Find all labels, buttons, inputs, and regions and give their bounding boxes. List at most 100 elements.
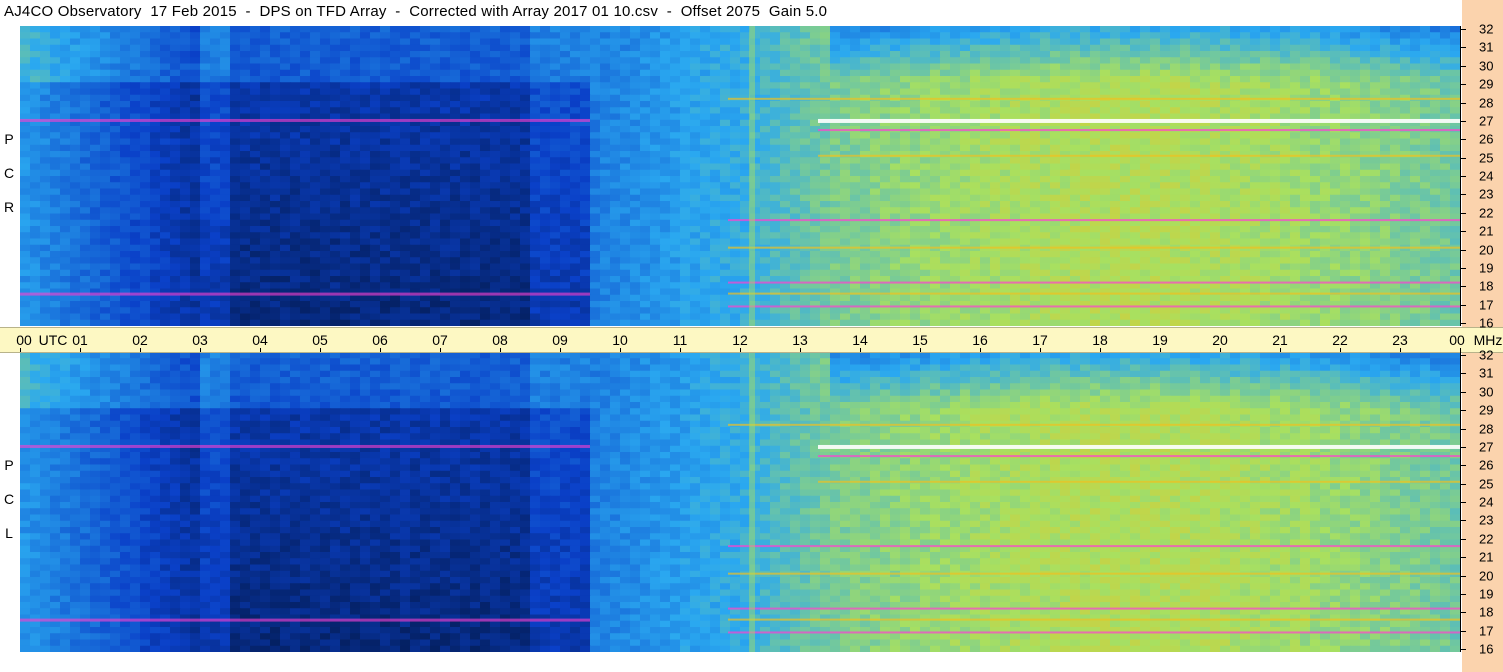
rcp-heatmap-cell bbox=[850, 182, 861, 190]
rcp-heatmap-cell bbox=[970, 32, 981, 40]
rcp-heatmap-cell bbox=[50, 169, 61, 177]
rcp-heatmap-cell bbox=[180, 126, 191, 133]
rcp-heatmap-cell bbox=[240, 94, 251, 102]
rcp-heatmap-cell bbox=[990, 82, 1001, 90]
rcp-heatmap-cell bbox=[760, 107, 771, 115]
rcp-heatmap-cell bbox=[1280, 194, 1291, 202]
rcp-heatmap-cell bbox=[440, 82, 451, 90]
rcp-heatmap-cell bbox=[1070, 76, 1081, 83]
rcp-heatmap-cell bbox=[590, 32, 601, 40]
rcp-heatmap-cell bbox=[900, 82, 911, 90]
rcp-heatmap-cell bbox=[930, 76, 941, 83]
rcp-heatmap-cell bbox=[90, 26, 101, 33]
rcp-heatmap-cell bbox=[760, 151, 771, 158]
rcp-heatmap-cell bbox=[370, 69, 381, 77]
rcp-heatmap-cell bbox=[110, 238, 121, 246]
rcp-heatmap-cell bbox=[270, 57, 281, 65]
rcp-heatmap-cell bbox=[510, 213, 521, 221]
rcp-heatmap-cell bbox=[830, 57, 841, 65]
rcp-heatmap-cell bbox=[1140, 32, 1151, 40]
rcp-heatmap-cell bbox=[1150, 207, 1161, 215]
rcp-heatmap-cell bbox=[880, 76, 891, 83]
rcp-heatmap-cell bbox=[220, 82, 231, 90]
rcp-heatmap-cell bbox=[1020, 138, 1031, 146]
rcp-heatmap-cell bbox=[570, 44, 581, 52]
rcp-heatmap-cell bbox=[610, 113, 621, 121]
rcp-heatmap-cell bbox=[1010, 169, 1021, 177]
rcp-heatmap-cell bbox=[320, 176, 331, 183]
rcp-heatmap-cell bbox=[290, 194, 301, 202]
rcp-heatmap-cell bbox=[1280, 207, 1291, 215]
rcp-heatmap-cell bbox=[240, 176, 251, 183]
rcp-heatmap-cell bbox=[1280, 69, 1291, 77]
rcp-heatmap-cell bbox=[1250, 232, 1261, 240]
rcp-heatmap-cell bbox=[370, 201, 381, 208]
rcp-heatmap-cell bbox=[1220, 88, 1231, 96]
rcp-heatmap-cell bbox=[1270, 163, 1281, 171]
rcp-heatmap-cell bbox=[1100, 76, 1111, 83]
rcp-heatmap-cell bbox=[710, 188, 721, 196]
rcp-heatmap-cell bbox=[1040, 63, 1051, 71]
rcp-heatmap-cell bbox=[1240, 38, 1251, 46]
rcp-heatmap-cell bbox=[1200, 138, 1211, 146]
rcp-heatmap-cell bbox=[570, 194, 581, 202]
rcp-heatmap-cell bbox=[180, 88, 191, 96]
rcp-heatmap-cell bbox=[1400, 57, 1411, 65]
rcp-heatmap-cell bbox=[1360, 169, 1371, 177]
rcp-heatmap-cell bbox=[110, 32, 121, 40]
rcp-heatmap-cell bbox=[700, 226, 711, 233]
rcp-heatmap-cell bbox=[720, 138, 731, 146]
rcp-heatmap-cell bbox=[410, 101, 421, 108]
rcp-heatmap-cell bbox=[1010, 76, 1021, 83]
rcp-heatmap-cell bbox=[60, 157, 71, 165]
rcp-heatmap-cell bbox=[770, 63, 781, 71]
rcp-heatmap-cell bbox=[90, 94, 101, 102]
rcp-heatmap-cell bbox=[90, 194, 101, 202]
rcp-heatmap-cell bbox=[1260, 32, 1271, 40]
rcp-heatmap-cell bbox=[110, 226, 121, 233]
rcp-heatmap-cell bbox=[100, 207, 111, 215]
rcp-heatmap-cell bbox=[450, 163, 461, 171]
rcp-heatmap-cell bbox=[620, 113, 631, 121]
rcp-heatmap-cell bbox=[690, 69, 701, 77]
rcp-heatmap-cell bbox=[540, 144, 551, 152]
rcp-heatmap-cell bbox=[110, 76, 121, 83]
rcp-heatmap-cell bbox=[40, 163, 51, 171]
rcp-heatmap-cell bbox=[250, 201, 261, 208]
rcp-heatmap-cell bbox=[1110, 88, 1121, 96]
rcp-heatmap-cell bbox=[940, 188, 951, 196]
rcp-heatmap-cell bbox=[530, 57, 541, 65]
rcp-heatmap-cell bbox=[990, 69, 1001, 77]
rcp-heatmap-cell bbox=[1030, 82, 1041, 90]
rcp-heatmap-cell bbox=[870, 57, 881, 65]
rcp-heatmap-cell bbox=[1230, 176, 1241, 183]
rcp-heatmap-cell bbox=[110, 88, 121, 96]
rcp-heatmap-cell bbox=[1340, 144, 1351, 152]
rcp-heatmap-cell bbox=[310, 182, 321, 190]
rcp-heatmap-cell bbox=[800, 126, 811, 133]
rcp-heatmap-cell bbox=[20, 144, 31, 152]
rcp-heatmap-cell bbox=[1090, 176, 1101, 183]
rcp-heatmap-cell bbox=[1340, 38, 1351, 46]
rcp-heatmap-cell bbox=[1140, 26, 1151, 33]
rcp-heatmap-cell bbox=[920, 76, 931, 83]
rcp-heatmap-cell bbox=[760, 188, 771, 196]
rcp-heatmap-cell bbox=[360, 32, 371, 40]
rcp-heatmap-cell bbox=[570, 38, 581, 46]
rcp-heatmap-cell bbox=[450, 44, 461, 52]
rcp-heatmap-cell bbox=[890, 207, 901, 215]
rcp-heatmap-cell bbox=[160, 194, 171, 202]
rcp-heatmap-cell bbox=[770, 169, 781, 177]
rcp-heatmap-cell bbox=[1130, 88, 1141, 96]
rcp-heatmap-cell bbox=[560, 76, 571, 83]
rcp-heatmap-cell bbox=[50, 126, 61, 133]
rcp-heatmap-cell bbox=[1230, 63, 1241, 71]
rcp-heatmap-cell bbox=[430, 82, 441, 90]
rcp-heatmap-cell bbox=[790, 76, 801, 83]
rcp-heatmap-cell bbox=[370, 132, 381, 140]
rcp-heatmap-cell bbox=[440, 132, 451, 140]
rcp-heatmap-cell bbox=[850, 138, 861, 146]
rcp-heatmap-cell bbox=[1240, 44, 1251, 52]
rcp-heatmap-cell bbox=[600, 82, 611, 90]
rcp-heatmap-cell bbox=[380, 26, 391, 33]
